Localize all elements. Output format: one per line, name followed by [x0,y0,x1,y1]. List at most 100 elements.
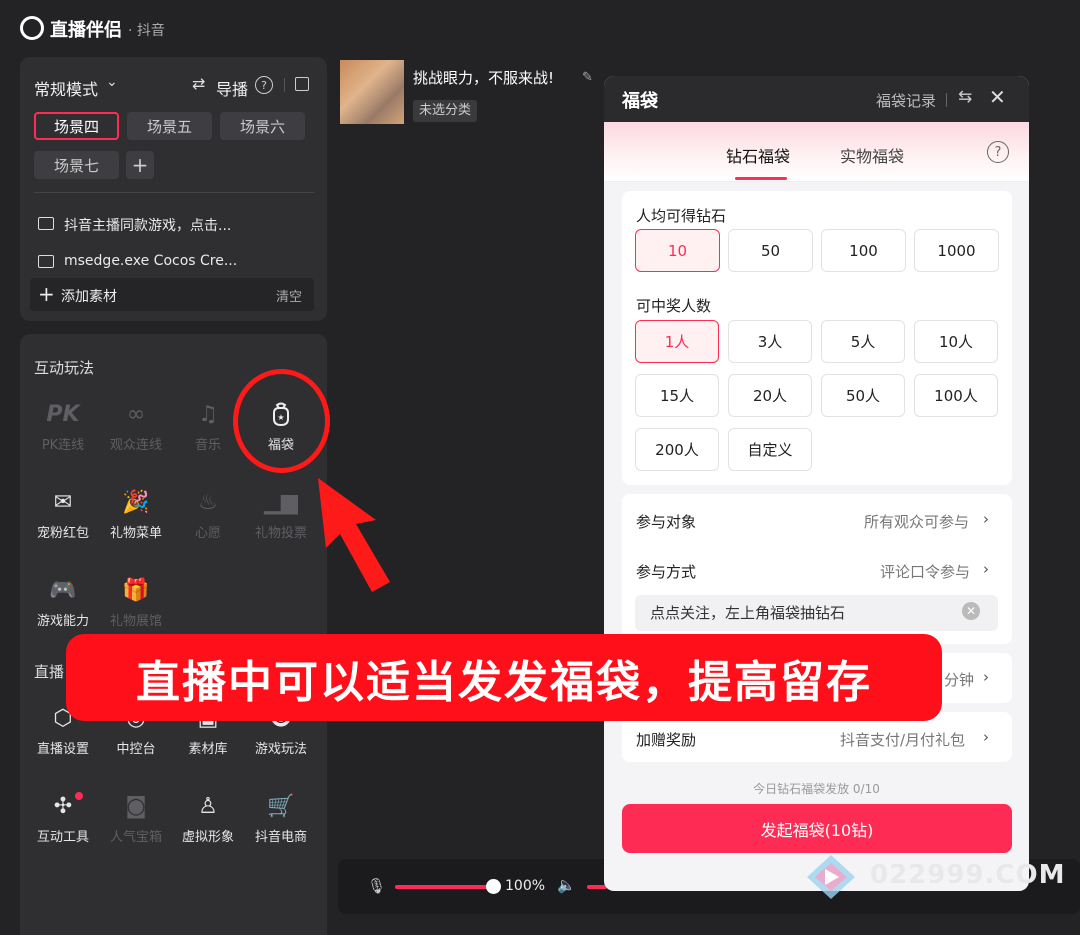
tool-label: 游戏能力 [36,614,89,629]
mic-volume-slider[interactable] [395,885,495,889]
diamond-option[interactable]: 10 [635,229,720,272]
edit-icon[interactable]: ✎ [582,70,593,85]
tool-label: 礼物展馆 [109,614,162,629]
chevron-down-icon[interactable]: ⌄ [106,74,118,90]
winner-option[interactable]: 20人 [728,374,812,417]
winner-option[interactable]: 15人 [635,374,719,417]
clear-button[interactable]: 清空 [276,286,302,305]
guide-button[interactable]: 导播 [216,76,248,100]
source-item[interactable]: msedge.exe Cocos Cre... [64,253,237,269]
scene-tab[interactable]: 场景四 [34,112,119,140]
app-logo-icon [20,16,44,40]
tool-label: 互动工具 [36,830,89,845]
scene-tab[interactable]: 场景六 [220,112,305,140]
app-subtitle: · 抖音 [128,23,165,39]
clear-icon[interactable]: ✕ [962,602,980,620]
tool-gift-menu[interactable]: 🎉 礼物菜单 [100,486,172,542]
tool-ecommerce[interactable]: 🛒 抖音电商 [245,790,317,846]
winner-option[interactable]: 3人 [728,320,812,363]
microphone-icon[interactable]: 🎙 [367,877,386,895]
pk-icon: PK [46,401,80,427]
tool-label: 直播设置 [36,742,89,757]
tool-audience-link[interactable]: ∞ 观众连线 [100,398,172,454]
popout-icon[interactable] [295,77,309,91]
help-icon[interactable]: ? [987,141,1009,163]
diamond-option[interactable]: 100 [821,229,906,272]
scene-tab[interactable]: 场景五 [127,112,212,140]
stream-title[interactable]: 挑战眼力，不服来战! [413,67,554,88]
winner-option[interactable]: 5人 [821,320,905,363]
window-icon [38,255,54,268]
mic-volume-value: 100% [505,878,546,894]
bonus-value[interactable]: 抖音支付/月付礼包 [840,729,965,750]
close-icon[interactable]: ✕ [989,85,1006,109]
add-scene-button[interactable]: + [126,151,154,179]
stream-thumbnail[interactable] [340,60,404,124]
winner-option[interactable]: 10人 [914,320,998,363]
winner-option[interactable]: 100人 [914,374,998,417]
diamond-option[interactable]: 50 [728,229,813,272]
winner-option[interactable]: 1人 [635,320,719,363]
help-icon[interactable]: ? [255,76,273,94]
chevron-right-icon[interactable]: › [983,728,989,746]
swap-icon[interactable]: ⇄ [192,74,205,93]
gamepad-icon: 🎮 [49,577,77,603]
divider [284,78,285,92]
chevron-right-icon[interactable]: › [983,560,989,578]
gift-hall-icon: 🎁 [122,577,150,603]
active-tab-indicator [735,177,787,180]
tool-red-packet[interactable]: ✉ 宠粉红包 [27,486,99,542]
source-item[interactable]: 抖音主播同款游戏，点击... [64,215,231,235]
tool-label: 素材库 [188,742,228,757]
add-source-button[interactable]: 添加素材 [61,286,117,306]
lucky-bag-dialog: 福袋 福袋记录 ⇆ ✕ 钻石福袋 实物福袋 ? 人均可得钻石 10 50 100… [604,76,1029,891]
tool-label: 人气宝箱 [109,830,162,845]
tool-avatar[interactable]: ♙ 虚拟形象 [172,790,244,846]
link-icon: ∞ [126,401,146,427]
category-badge[interactable]: 未选分类 [413,100,478,122]
winner-option[interactable]: 自定义 [728,428,812,471]
duration-value[interactable]: 分钟 [944,669,974,690]
speaker-icon[interactable]: 🔈 [557,876,576,894]
tool-wish[interactable]: ♨ 心愿 [172,486,244,542]
winner-option[interactable]: 50人 [821,374,905,417]
mic-slider-handle[interactable] [486,879,501,894]
mode-dropdown[interactable]: 常规模式 [34,76,98,100]
section-title: 直播 [34,663,65,681]
app-title: 直播伴侣 [50,20,122,41]
winners-label: 可中奖人数 [636,297,712,315]
tool-interactive-tools[interactable]: ✣ 互动工具 [27,790,99,846]
diamond-option[interactable]: 1000 [914,229,999,272]
winner-option[interactable]: 200人 [635,428,719,471]
divider [946,93,947,107]
participants-value[interactable]: 所有观众可参与 [864,511,969,532]
tool-label: 音乐 [194,438,221,453]
red-packet-icon: ✉ [53,489,73,515]
tool-label: 礼物菜单 [109,526,162,541]
tool-pk[interactable]: PK PK连线 [27,398,99,454]
tool-treasure[interactable]: ◙ 人气宝箱 [100,790,172,846]
lucky-bag-record-link[interactable]: 福袋记录 [876,90,936,111]
chevron-right-icon[interactable]: › [983,668,989,686]
launch-lucky-bag-button[interactable]: 发起福袋(10钻) [622,804,1012,853]
speaker-volume-slider[interactable] [587,885,607,889]
method-value[interactable]: 评论口令参与 [880,561,970,582]
dialog-title: 福袋 [622,91,658,112]
party-icon: 🎉 [122,489,150,515]
scene-tab[interactable]: 场景七 [34,151,119,179]
swap-icon[interactable]: ⇆ [958,87,972,107]
tool-label: 抖音电商 [254,830,307,845]
annotation-arrow [318,478,390,592]
plus-icon[interactable]: + [38,282,55,306]
tool-label: 宠粉红包 [36,526,89,541]
puzzle-icon: ✣ [53,793,73,819]
chevron-right-icon[interactable]: › [983,510,989,528]
tab-physical-bag[interactable]: 实物福袋 [840,143,904,167]
divider [34,192,314,193]
tool-gift-hall[interactable]: 🎁 礼物展馆 [100,574,172,630]
tab-diamond-bag[interactable]: 钻石福袋 [726,143,790,167]
tool-label: 中控台 [116,742,156,757]
tool-label: PK连线 [41,438,85,453]
tool-game-ability[interactable]: 🎮 游戏能力 [27,574,99,630]
command-input-text[interactable]: 点点关注，左上角福袋抽钻石 [650,602,845,623]
